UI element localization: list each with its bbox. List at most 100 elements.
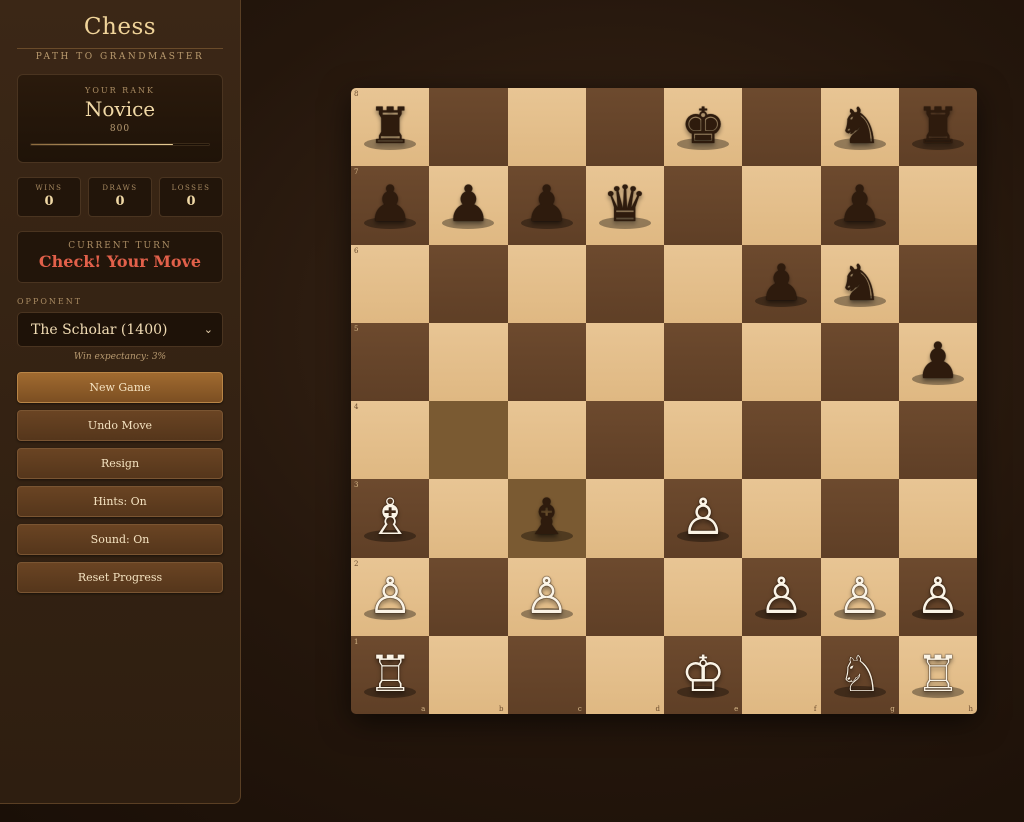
square-e2[interactable] [664,557,743,636]
stat-value: 0 [186,194,196,209]
white-pawn-icon[interactable]: ♙ [915,571,960,621]
square-a8[interactable]: 8 ♜ [351,88,430,167]
opponent-select[interactable]: The Scholar (1400) ⌄ [17,312,223,347]
undo-move-button[interactable]: Undo Move [17,410,223,441]
square-a3[interactable]: 3 ♗ [351,479,430,558]
square-g5[interactable] [820,322,899,401]
square-b4[interactable] [429,401,508,480]
square-g8[interactable]: ♞ [820,88,899,167]
square-d5[interactable] [585,322,664,401]
square-d6[interactable] [585,244,664,323]
square-c5[interactable] [507,322,586,401]
square-a5[interactable]: 5 [351,322,430,401]
resign-button[interactable]: Resign [17,448,223,479]
square-g1[interactable]: g ♘ [820,635,899,714]
square-c6[interactable] [507,244,586,323]
white-king-icon[interactable]: ♔ [681,649,726,699]
square-g3[interactable] [820,479,899,558]
white-rook-icon[interactable]: ♖ [368,649,413,699]
black-pawn-icon[interactable]: ♟ [368,179,413,229]
square-b8[interactable] [429,88,508,167]
new-game-button[interactable]: New Game [17,372,223,403]
square-b3[interactable] [429,479,508,558]
square-e3[interactable]: ♙ [664,479,743,558]
square-d1[interactable]: d [585,635,664,714]
square-d3[interactable] [585,479,664,558]
square-h7[interactable] [898,166,977,245]
square-a6[interactable]: 6 [351,244,430,323]
square-b2[interactable] [429,557,508,636]
square-f6[interactable]: ♟ [742,244,821,323]
square-d7[interactable]: ♛ [585,166,664,245]
square-e1[interactable]: e ♔ [664,635,743,714]
square-h2[interactable]: ♙ [898,557,977,636]
square-f5[interactable] [742,322,821,401]
square-b1[interactable]: b [429,635,508,714]
square-f3[interactable] [742,479,821,558]
black-rook-icon[interactable]: ♜ [368,101,413,151]
black-queen-icon[interactable]: ♛ [602,179,647,229]
square-c8[interactable] [507,88,586,167]
black-knight-icon[interactable]: ♞ [837,258,882,308]
square-e7[interactable] [664,166,743,245]
white-pawn-icon[interactable]: ♙ [837,571,882,621]
square-f1[interactable]: f [742,635,821,714]
square-h6[interactable] [898,244,977,323]
black-king-icon[interactable]: ♚ [681,101,726,151]
square-f8[interactable] [742,88,821,167]
square-a4[interactable]: 4 [351,401,430,480]
reset-progress-button[interactable]: Reset Progress [17,562,223,593]
square-g7[interactable]: ♟ [820,166,899,245]
opponent-selected-value: The Scholar (1400) [31,321,168,338]
black-pawn-icon[interactable]: ♟ [524,179,569,229]
white-pawn-icon[interactable]: ♙ [524,571,569,621]
white-pawn-icon[interactable]: ♙ [368,571,413,621]
square-e5[interactable] [664,322,743,401]
square-b5[interactable] [429,322,508,401]
square-b6[interactable] [429,244,508,323]
square-f4[interactable] [742,401,821,480]
black-pawn-icon[interactable]: ♟ [446,179,491,229]
rank-progress-bar [30,143,210,146]
square-c1[interactable]: c [507,635,586,714]
black-pawn-icon[interactable]: ♟ [759,258,804,308]
rank-label: 8 [354,90,359,98]
square-a2[interactable]: 2 ♙ [351,557,430,636]
white-pawn-icon[interactable]: ♙ [759,571,804,621]
square-d8[interactable] [585,88,664,167]
white-rook-icon[interactable]: ♖ [915,649,960,699]
square-e6[interactable] [664,244,743,323]
square-h4[interactable] [898,401,977,480]
square-a1[interactable]: 1 a ♖ [351,635,430,714]
square-a7[interactable]: 7 ♟ [351,166,430,245]
square-e4[interactable] [664,401,743,480]
square-h1[interactable]: h ♖ [898,635,977,714]
square-d4[interactable] [585,401,664,480]
square-c4[interactable] [507,401,586,480]
black-bishop-icon[interactable]: ♝ [524,492,569,542]
square-b7[interactable]: ♟ [429,166,508,245]
square-h5[interactable]: ♟ [898,322,977,401]
square-c7[interactable]: ♟ [507,166,586,245]
square-g4[interactable] [820,401,899,480]
square-c3[interactable]: ♝ [507,479,586,558]
opponent-label: OPPONENT [17,297,83,306]
white-pawn-icon[interactable]: ♙ [681,492,726,542]
square-g2[interactable]: ♙ [820,557,899,636]
square-d2[interactable] [585,557,664,636]
square-f2[interactable]: ♙ [742,557,821,636]
black-pawn-icon[interactable]: ♟ [837,179,882,229]
square-h3[interactable] [898,479,977,558]
square-g6[interactable]: ♞ [820,244,899,323]
white-bishop-icon[interactable]: ♗ [368,492,413,542]
sound-toggle-button[interactable]: Sound: On [17,524,223,555]
hints-toggle-button[interactable]: Hints: On [17,486,223,517]
black-pawn-icon[interactable]: ♟ [915,336,960,386]
square-f7[interactable] [742,166,821,245]
white-knight-icon[interactable]: ♘ [837,649,882,699]
black-knight-icon[interactable]: ♞ [837,101,882,151]
square-h8[interactable]: ♜ [898,88,977,167]
black-rook-icon[interactable]: ♜ [915,101,960,151]
square-e8[interactable]: ♚ [664,88,743,167]
square-c2[interactable]: ♙ [507,557,586,636]
